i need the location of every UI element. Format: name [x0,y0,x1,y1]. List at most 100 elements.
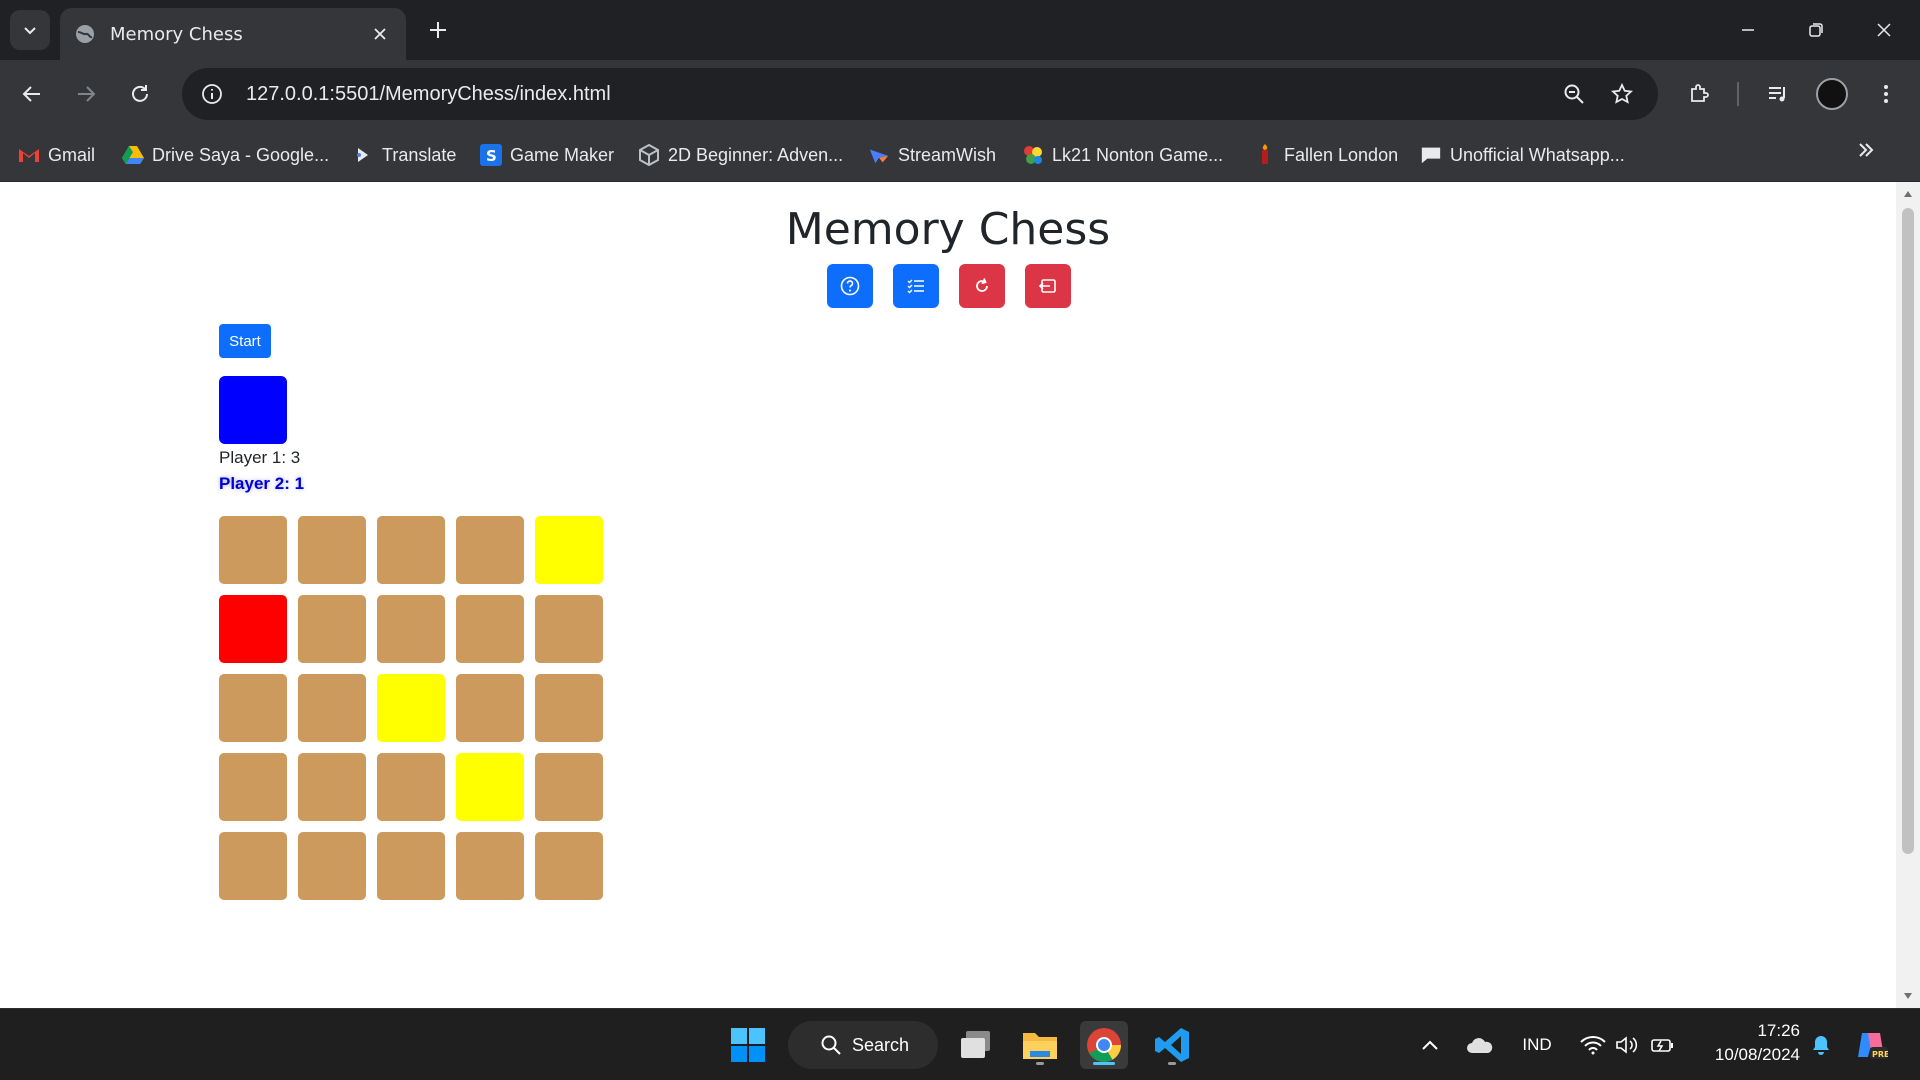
bookmark-label: Drive Saya - Google... [152,144,330,165]
board-cell[interactable] [377,674,445,742]
refresh-icon [976,278,988,292]
board-cell[interactable] [456,832,524,900]
scroll-up-icon[interactable] [1902,188,1914,200]
bookmark-streamwish[interactable]: StreamWish [868,140,996,170]
leaderboard-button[interactable] [893,264,939,308]
board-cell[interactable] [535,595,603,663]
volume-icon[interactable] [1612,1029,1642,1061]
taskbar-search[interactable]: Search [788,1021,938,1069]
tray-overflow-button[interactable] [1416,1029,1444,1061]
forward-button[interactable] [66,74,106,114]
fallen-london-icon [1254,144,1276,166]
close-tab-icon[interactable] [368,22,392,46]
url-text[interactable]: 127.0.0.1:5501/MemoryChess/index.html [246,83,611,106]
bookmark-label: Game Maker [510,144,615,165]
chrome-taskbar-button[interactable] [1080,1021,1128,1069]
tab-memory-chess[interactable]: Memory Chess [60,8,406,60]
windows-taskbar: Search IND 17:26 10/08/2024 PRE [0,1008,1920,1080]
gmail-icon [18,144,40,166]
board-cell[interactable] [377,753,445,821]
task-view-button[interactable] [952,1021,1000,1069]
board-cell[interactable] [219,832,287,900]
board-cell[interactable] [219,753,287,821]
restore-button[interactable] [1792,12,1840,48]
arrow-left-icon [22,86,40,102]
reload-button[interactable] [120,74,160,114]
page-title: Memory Chess [785,204,1111,255]
board-cell[interactable] [377,516,445,584]
tab-search-button[interactable] [10,10,50,50]
battery-icon[interactable] [1648,1029,1678,1061]
onedrive-icon[interactable] [1462,1029,1498,1061]
address-bar[interactable]: 127.0.0.1:5501/MemoryChess/index.html [182,68,1658,120]
back-button[interactable] [12,74,52,114]
bookmark-gmail[interactable]: Gmail [18,140,95,170]
new-tab-button[interactable] [424,16,452,44]
minimize-button[interactable] [1724,12,1772,48]
start-button[interactable]: Start [219,324,271,358]
board-cell[interactable] [298,516,366,584]
bookmark-game-maker[interactable]: S Game Maker [480,140,614,170]
system-clock[interactable]: 17:26 10/08/2024 [1696,1019,1800,1067]
clock-time: 17:26 [1757,1021,1800,1040]
board-cell[interactable] [298,674,366,742]
notification-bell-icon[interactable] [1806,1029,1836,1061]
puzzle-icon [1691,84,1709,102]
board-cell[interactable] [219,674,287,742]
vscode-taskbar-button[interactable] [1148,1021,1196,1069]
board-cell[interactable] [377,832,445,900]
plus-icon [430,22,446,38]
bookmarks-bar: Gmail Drive Saya - Google... Translate S… [0,128,1920,182]
restart-button[interactable] [959,264,1005,308]
board-cell[interactable] [219,516,287,584]
game-maker-icon: S [480,144,502,166]
scroll-down-icon[interactable] [1902,990,1914,1002]
board-cell[interactable] [456,674,524,742]
bookmark-fallen-london[interactable]: Fallen London [1254,140,1398,170]
menu-button[interactable] [1866,74,1906,114]
start-menu-button[interactable] [724,1021,772,1069]
bookmark-star-icon[interactable] [1606,78,1638,110]
wifi-icon[interactable] [1578,1029,1608,1061]
bookmark-lk21[interactable]: Lk21 Nonton Game... [1022,140,1223,170]
scroll-thumb[interactable] [1902,208,1914,854]
page-scrollbar[interactable] [1896,182,1920,1008]
board-cell[interactable] [456,753,524,821]
board-cell[interactable] [535,832,603,900]
exit-button[interactable] [1025,264,1071,308]
media-control-button[interactable] [1758,74,1798,114]
bookmark-drive[interactable]: Drive Saya - Google... [122,140,329,170]
board-cell[interactable] [535,516,603,584]
help-button[interactable] [827,264,873,308]
board-cell[interactable] [535,753,603,821]
bookmark-unity[interactable]: 2D Beginner: Adven... [638,140,843,170]
site-info-icon[interactable] [196,78,228,110]
board-cell[interactable] [298,832,366,900]
browser-toolbar: 127.0.0.1:5501/MemoryChess/index.html [0,60,1920,128]
board-cell[interactable] [377,595,445,663]
board-cell[interactable] [219,595,287,663]
google-drive-icon [122,144,144,166]
board-cell[interactable] [456,595,524,663]
bookmark-whatsapp[interactable]: Unofficial Whatsapp... [1420,140,1625,170]
bookmarks-overflow-button[interactable] [1852,136,1880,164]
search-label: Search [852,1034,910,1055]
reload-icon [132,85,148,102]
file-explorer-button[interactable] [1016,1021,1064,1069]
extensions-button[interactable] [1679,74,1719,114]
copilot-icon[interactable]: PRE [1852,1029,1890,1061]
bookmark-translate[interactable]: Translate [352,140,456,170]
profile-avatar[interactable] [1816,78,1848,110]
board-cell[interactable] [298,595,366,663]
board-cell[interactable] [298,753,366,821]
language-indicator[interactable]: IND [1516,1029,1558,1061]
bookmark-label: StreamWish [898,144,997,165]
close-window-button[interactable] [1860,12,1908,48]
current-turn-indicator [219,376,287,444]
board-cell[interactable] [456,516,524,584]
globe-icon [76,25,94,43]
browser-chrome: Memory Chess 127.0.0.1:5501/MemoryChess/… [0,0,1920,182]
zoom-icon[interactable] [1558,78,1590,110]
board-cell[interactable] [535,674,603,742]
restore-icon [1809,23,1823,37]
